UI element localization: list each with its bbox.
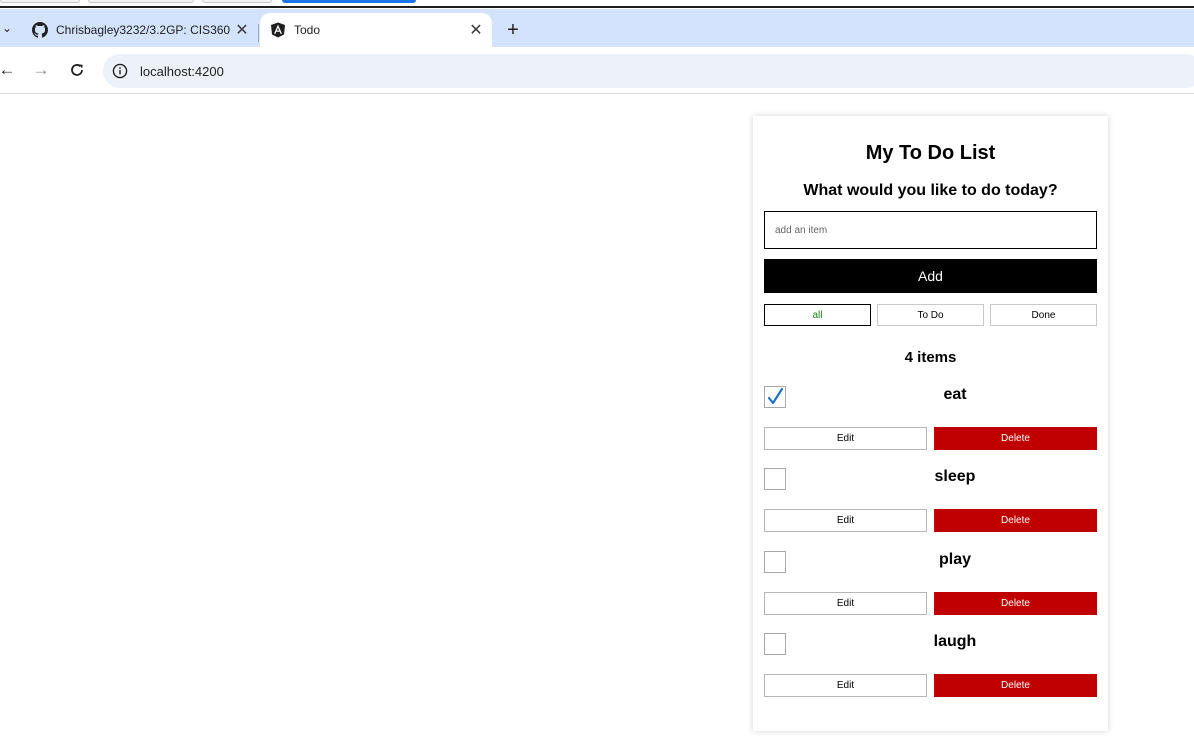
todo-item: play Edit Delete — [753, 551, 1108, 621]
filter-all-button[interactable]: all — [764, 304, 871, 326]
tab-github[interactable]: Chrisbagley3232/3.2GP: CIS360 ✕ — [22, 13, 258, 47]
todo-item: laugh Edit Delete — [753, 633, 1108, 703]
tab-title: Todo — [294, 23, 321, 37]
site-info-icon[interactable] — [111, 62, 129, 80]
back-arrow-icon[interactable]: ← — [0, 59, 18, 81]
address-url: localhost:4200 — [140, 63, 224, 79]
github-icon — [32, 22, 48, 38]
todo-item-label: sleep — [934, 468, 976, 485]
delete-button[interactable]: Delete — [934, 427, 1097, 450]
filter-todo-button[interactable]: To Do — [877, 304, 984, 326]
close-icon[interactable]: ✕ — [232, 20, 252, 40]
edit-button[interactable]: Edit — [764, 427, 927, 450]
done-checkbox[interactable] — [764, 468, 786, 490]
done-checkbox[interactable] — [764, 551, 786, 573]
checkmark-icon — [767, 387, 784, 405]
tab-bar: ⌄ Chrisbagley3232/3.2GP: CIS360 ✕ Todo ✕… — [0, 9, 1194, 47]
done-checkbox[interactable] — [764, 633, 786, 655]
add-item-input[interactable] — [764, 211, 1097, 249]
filter-done-button[interactable]: Done — [990, 304, 1097, 326]
page-title: My To Do List — [865, 142, 996, 164]
tab-title: Chrisbagley3232/3.2GP: CIS360 — [56, 23, 231, 37]
tab-todo[interactable]: Todo ✕ — [260, 13, 492, 47]
window-top-strip — [0, 0, 1194, 8]
delete-button[interactable]: Delete — [934, 592, 1097, 615]
delete-button[interactable]: Delete — [934, 509, 1097, 532]
edit-button[interactable]: Edit — [764, 592, 927, 615]
todo-item: sleep Edit Delete — [753, 468, 1108, 538]
forward-arrow-icon[interactable]: → — [30, 59, 52, 81]
tab-divider — [258, 24, 259, 42]
window-stub — [0, 0, 80, 3]
angular-icon — [270, 22, 286, 38]
window-stub-active — [282, 0, 416, 3]
browser-toolbar: ← → localhost:4200 — [0, 47, 1194, 94]
todo-card: My To Do List What would you like to do … — [753, 116, 1108, 731]
todo-item: eat Edit Delete — [753, 386, 1108, 456]
edit-button[interactable]: Edit — [764, 674, 927, 697]
done-checkbox[interactable] — [764, 386, 786, 408]
todo-item-label: eat — [943, 386, 967, 403]
item-count: 4 items — [904, 349, 957, 366]
todo-item-label: laugh — [933, 633, 977, 650]
reload-icon[interactable] — [66, 59, 88, 81]
window-stub — [202, 0, 272, 3]
address-bar[interactable]: localhost:4200 — [103, 54, 1194, 88]
page-subtitle: What would you like to do today? — [803, 182, 1058, 199]
tab-search-chevron-icon[interactable]: ⌄ — [0, 19, 14, 37]
new-tab-plus-icon[interactable]: + — [502, 19, 524, 41]
delete-button[interactable]: Delete — [934, 674, 1097, 697]
add-button[interactable]: Add — [764, 259, 1097, 293]
window-stub — [88, 0, 194, 3]
close-icon[interactable]: ✕ — [466, 20, 486, 40]
edit-button[interactable]: Edit — [764, 509, 927, 532]
todo-item-label: play — [938, 551, 971, 568]
